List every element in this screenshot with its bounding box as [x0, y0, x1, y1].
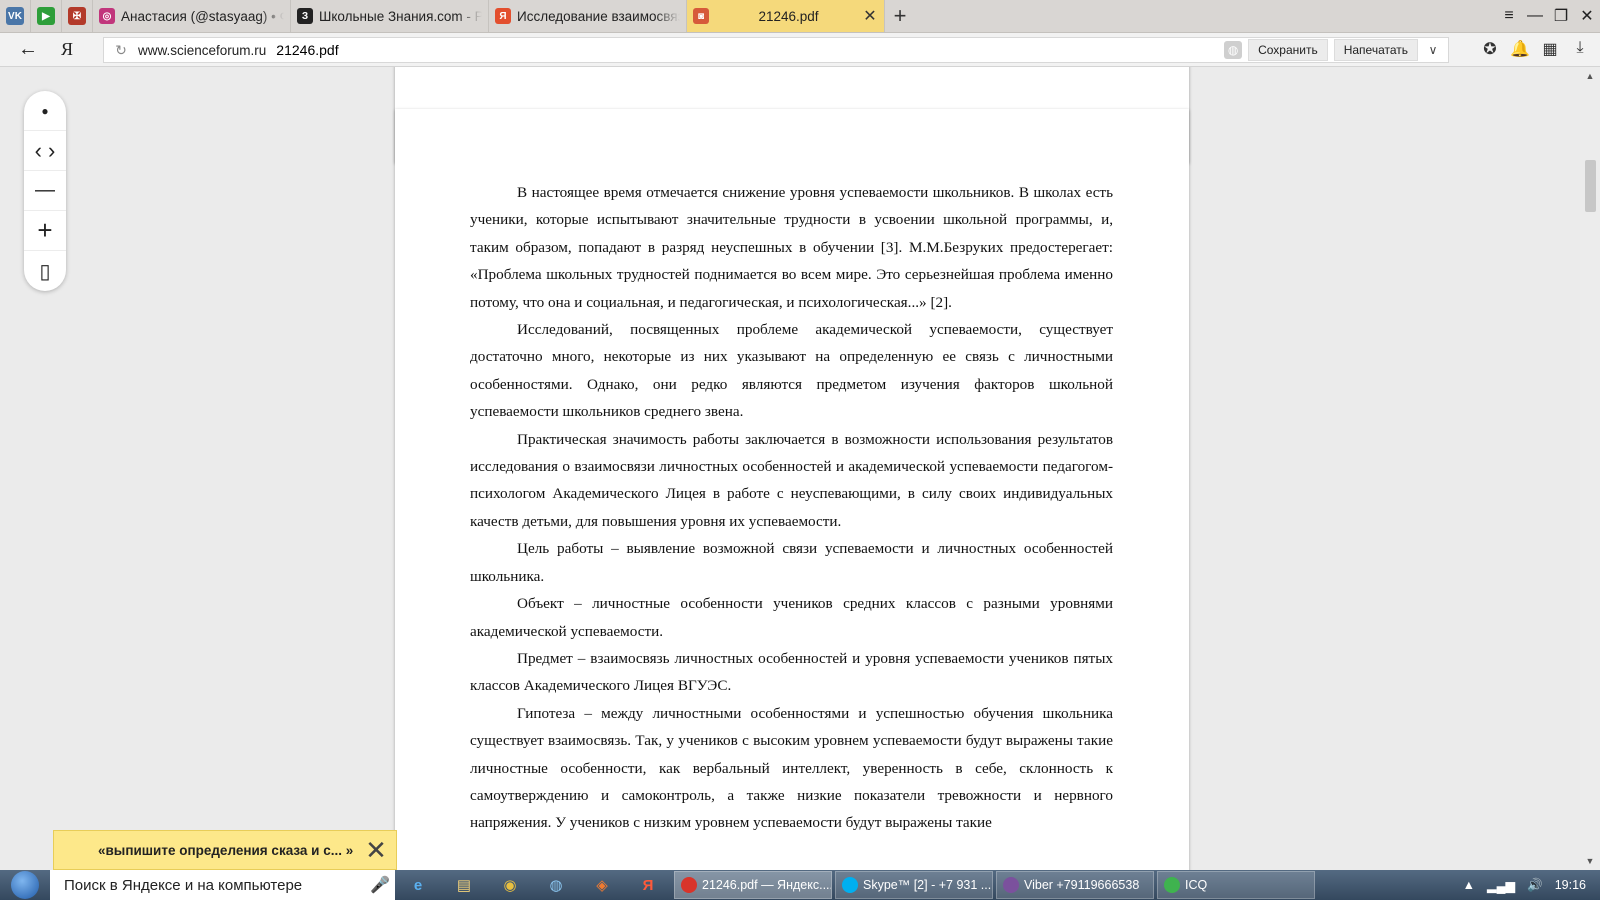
back-arrow-icon[interactable]: ← [0, 38, 56, 61]
close-tab-icon[interactable]: ✕ [862, 6, 878, 26]
url-actions: ◍ Сохранить Напечатать ∨ [1224, 39, 1448, 61]
paragraph: В настоящее время отмечается снижение ур… [470, 184, 1113, 311]
paragraph: Цель работы – выявление возможной связи … [470, 540, 1113, 585]
globe-icon[interactable]: ◍ [1224, 41, 1243, 59]
pinned-tab-play[interactable]: ▶ [31, 0, 62, 32]
tab-title: Анастасия (@stasyaag) • Фо [121, 8, 284, 24]
tab-pdf-active[interactable]: ◙ 21246.pdf ✕ [687, 0, 885, 32]
pdf-viewer: В настоящее время отмечается снижение ур… [0, 67, 1600, 870]
microphone-icon[interactable]: 🎤 [365, 875, 395, 895]
taskbar-search[interactable]: Поиск в Яндексе и на компьютере 🎤 [50, 870, 395, 900]
tab-znania[interactable]: З Школьные Знания.com - Ре [291, 0, 489, 32]
browser-icon[interactable]: ◍ [533, 876, 579, 894]
suggestion-popup[interactable]: «выпишите определения сказа и с... » ✕ [53, 830, 397, 870]
close-window-icon[interactable]: ✕ [1574, 6, 1600, 26]
tab-title: Школьные Знания.com - Ре [319, 8, 482, 24]
explorer-icon[interactable]: ▤ [441, 876, 487, 894]
suggestion-text[interactable]: «выпишите определения сказа и с... » [54, 843, 356, 858]
pinned-tab-gosuslugi[interactable]: ✠ [62, 0, 93, 32]
paragraph: Объект – личностные особенности учеников… [470, 595, 1113, 640]
app-icon[interactable]: ◈ [579, 876, 625, 894]
extension-icon[interactable]: ✪ [1480, 39, 1500, 59]
task-label: Skype™ [2] - +7 931 ... [863, 878, 992, 892]
dot-icon[interactable]: ● [24, 91, 66, 131]
skype-icon [842, 877, 858, 893]
icq-icon [1164, 877, 1180, 893]
volume-icon[interactable]: 🔊 [1527, 878, 1543, 893]
ie-icon[interactable]: e [395, 877, 441, 894]
vertical-scrollbar[interactable]: ▲ ▼ [1580, 67, 1600, 870]
yandex-logo-icon[interactable]: Я [56, 39, 78, 60]
chevron-down-icon[interactable]: ∨ [1424, 43, 1442, 57]
clock[interactable]: 19:16 [1555, 878, 1586, 892]
page-text: В настоящее время отмечается снижение ур… [470, 179, 1113, 837]
bell-icon[interactable]: 🔔 [1510, 39, 1530, 59]
menu-icon[interactable]: ≡ [1496, 7, 1522, 25]
browser-tools: ✪ 🔔 ▦ ⤓ [1480, 39, 1590, 59]
yandex-icon [681, 877, 697, 893]
paragraph: Практическая значимость работы заключает… [470, 430, 1113, 530]
print-button[interactable]: Напечатать [1333, 39, 1418, 61]
pdf-icon: ◙ [693, 8, 709, 24]
address-bar: ← Я ↻ www.scienceforum.ru 21246.pdf ◍ Со… [0, 33, 1600, 67]
viber-icon [1003, 877, 1019, 893]
task-label: 21246.pdf — Яндекс.... [702, 878, 832, 892]
tab-yandex-search[interactable]: Я Исследование взаимосвязи [489, 0, 687, 32]
task-yandex-pdf[interactable]: 21246.pdf — Яндекс.... [674, 871, 832, 899]
paragraph: Предмет – взаимосвязь личностных особенн… [470, 649, 1113, 695]
pinned-tab-vk[interactable]: VK [0, 0, 31, 32]
task-viber[interactable]: Viber +79119666538 [996, 871, 1154, 899]
image-icon[interactable]: ▦ [1540, 39, 1560, 59]
taskbar: Поиск в Яндексе и на компьютере 🎤 e ▤ ◉ … [0, 870, 1600, 900]
instagram-icon: ◎ [99, 8, 115, 24]
url-field[interactable]: ↻ www.scienceforum.ru 21246.pdf ◍ Сохран… [103, 37, 1449, 63]
prev-next-icon[interactable]: ‹ › [24, 131, 66, 171]
paragraph: Гипотеза – между личностными особенностя… [470, 704, 1113, 832]
download-icon[interactable]: ⤓ [1570, 39, 1590, 59]
emblem-icon: ✠ [68, 7, 86, 25]
tab-title: Исследование взаимосвязи [517, 8, 680, 24]
reload-icon[interactable]: ↻ [104, 42, 138, 59]
play-icon: ▶ [37, 7, 55, 25]
zoom-panel: ● ‹ › — + ▯ [24, 91, 66, 291]
scroll-down-icon[interactable]: ▼ [1580, 856, 1600, 866]
task-icq[interactable]: ICQ [1157, 871, 1315, 899]
start-button[interactable] [0, 870, 50, 900]
task-label: Viber +79119666538 [1024, 878, 1140, 892]
zoom-out-icon[interactable]: — [24, 171, 66, 211]
tab-title: 21246.pdf [758, 8, 819, 24]
system-tray: ▲ ▂▄▆ 🔊 19:16 [1463, 878, 1600, 893]
task-skype[interactable]: Skype™ [2] - +7 931 ... [835, 871, 993, 899]
fit-page-icon[interactable]: ▯ [24, 251, 66, 291]
window-controls: ≡ — ❐ ✕ [1496, 0, 1600, 32]
tab-instagram[interactable]: ◎ Анастасия (@stasyaag) • Фо [93, 0, 291, 32]
new-tab-button[interactable]: + [885, 0, 915, 32]
chrome-icon[interactable]: ◉ [487, 876, 533, 894]
scroll-thumb[interactable] [1585, 160, 1596, 212]
task-label: ICQ [1185, 878, 1208, 892]
vk-icon: VK [6, 7, 24, 25]
close-icon[interactable]: ✕ [356, 835, 396, 866]
tray-expand-icon[interactable]: ▲ [1463, 878, 1475, 892]
url-domain: www.scienceforum.ru [138, 42, 267, 58]
zoom-in-icon[interactable]: + [24, 211, 66, 251]
search-placeholder: Поиск в Яндексе и на компьютере [64, 876, 303, 894]
tab-strip: VK ▶ ✠ ◎ Анастасия (@stasyaag) • Фо З Шк… [0, 0, 1600, 33]
scroll-up-icon[interactable]: ▲ [1580, 71, 1600, 81]
url-path: 21246.pdf [276, 42, 339, 58]
windows-logo-icon [11, 871, 39, 899]
restore-icon[interactable]: ❐ [1548, 6, 1574, 26]
znania-icon: З [297, 8, 313, 24]
save-button[interactable]: Сохранить [1248, 39, 1328, 61]
network-icon[interactable]: ▂▄▆ [1487, 878, 1515, 893]
pdf-page: В настоящее время отмечается снижение ур… [395, 109, 1189, 870]
yandex-icon: Я [495, 8, 511, 24]
paragraph: Исследований, посвященных проблеме акаде… [470, 321, 1113, 421]
yandex-browser-icon[interactable]: Я [625, 877, 671, 894]
minimize-icon[interactable]: — [1522, 7, 1548, 25]
